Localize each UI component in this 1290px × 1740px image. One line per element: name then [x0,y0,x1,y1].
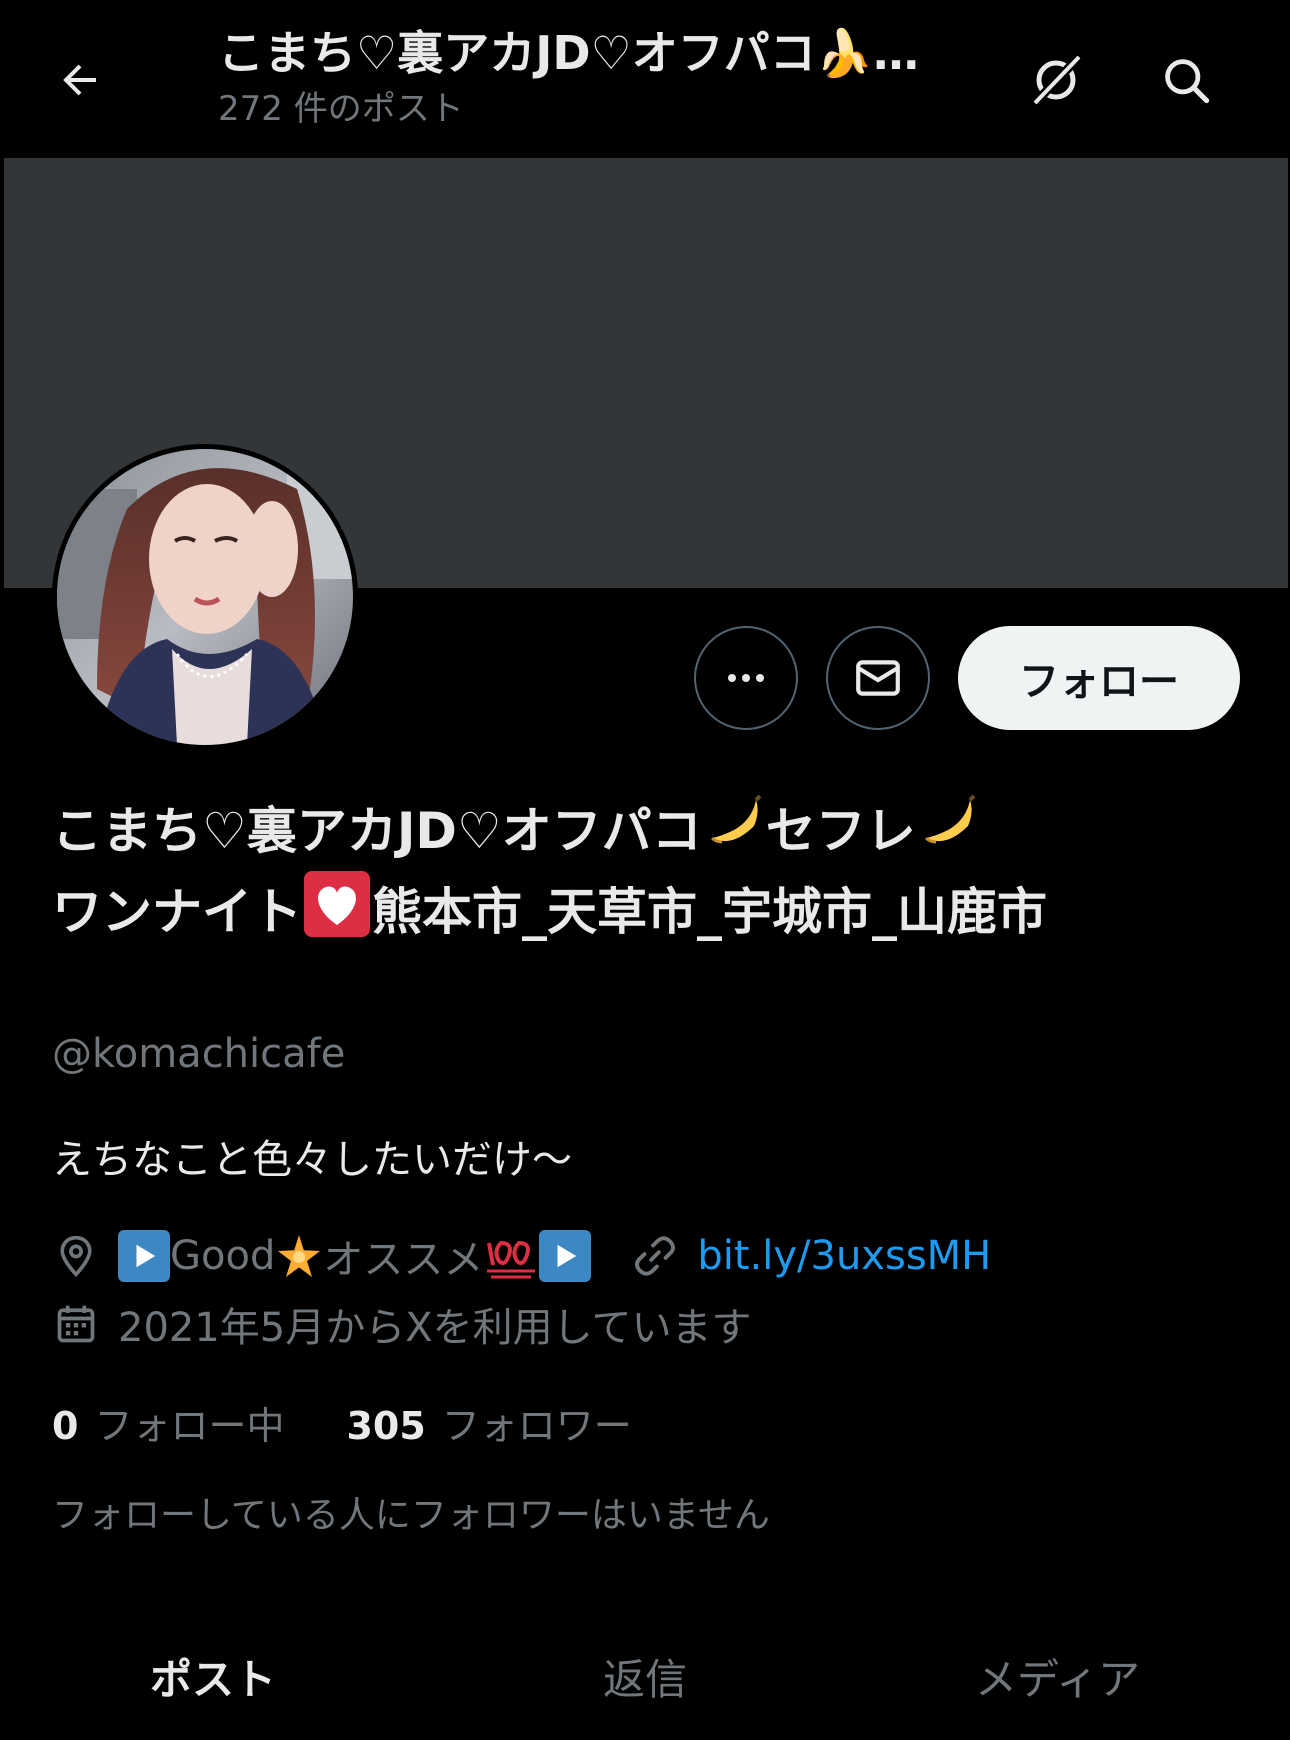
glowing-star-icon [275,1232,323,1281]
location-text-a: Good [170,1233,276,1279]
avatar[interactable] [52,444,358,750]
grok-button[interactable] [1020,44,1092,116]
post-count: 272 件のポスト [218,89,464,129]
top-bar: こまち♡裏アカJD♡オフパコ🍌… 272 件のポスト [0,0,1290,158]
envelope-icon [856,660,900,696]
meta-joined: 2021年5月からXを利用しています [52,1294,751,1354]
joined-date: 2021年5月からXを利用しています [118,1305,752,1351]
search-icon [1165,59,1210,104]
play-button-emoji-icon [539,1230,592,1282]
banana-icon [710,794,762,844]
following-count: 0 [52,1404,79,1448]
banana-icon [924,794,976,844]
followers-stat[interactable]: 305 フォロワー [346,1398,631,1454]
following-stat[interactable]: 0 フォロー中 [52,1398,284,1454]
follow-stats: 0 フォロー中 305 フォロワー [52,1398,632,1454]
more-button[interactable] [694,626,798,730]
followers-you-know-note: フォローしている人にフォロワーはいません [52,1495,770,1536]
follow-button[interactable]: フォロー [958,626,1240,730]
search-button[interactable] [1150,44,1222,116]
display-name: こまち♡裏アカJD♡オフパコ セフレワンナイト 熊本市_天草市_宇城市_山鹿市 [52,790,1232,950]
display-name-part1: こまち♡裏アカJD♡オフパコ [52,802,702,860]
back-button[interactable] [46,46,114,114]
meta-location-link: Good オススメ bit.ly/3uxssMH [52,1226,991,1286]
header-titles: こまち♡裏アカJD♡オフパコ🍌… 272 件のポスト [218,20,988,132]
profile-tabs: ポスト 返信 メディア [0,1620,1290,1718]
display-name-part2: セフレ [765,802,916,860]
more-horizontal-icon [728,674,764,682]
hundred-points-icon [483,1232,539,1281]
tab-replies[interactable]: 返信 [480,1620,810,1718]
location-text-b: オススメ [323,1237,484,1283]
bio: えちなこと色々したいだけ〜 [52,1137,572,1183]
followers-label: フォロワー [441,1404,632,1448]
tab-media[interactable]: メディア [810,1620,1290,1718]
location-pin-icon [52,1232,100,1280]
calendar-icon [52,1300,100,1348]
display-name-part4: 熊本市_天草市_宇城市_山鹿市 [372,883,1047,941]
link-icon [631,1232,679,1280]
header-title: こまち♡裏アカJD♡オフパコ🍌… [218,26,920,80]
tab-posts[interactable]: ポスト [0,1620,480,1718]
heart-icon [304,871,370,937]
user-handle: @komachicafe [52,1031,346,1077]
display-name-part3: ワンナイト [52,883,302,941]
profile-link[interactable]: bit.ly/3uxssMH [697,1233,991,1279]
following-label: フォロー中 [94,1404,285,1448]
grok-icon [1030,52,1084,108]
arrow-left-icon [63,64,96,96]
followers-count: 305 [346,1404,426,1448]
play-button-emoji-icon [118,1230,170,1282]
avatar-photo [57,449,353,745]
message-button[interactable] [826,626,930,730]
